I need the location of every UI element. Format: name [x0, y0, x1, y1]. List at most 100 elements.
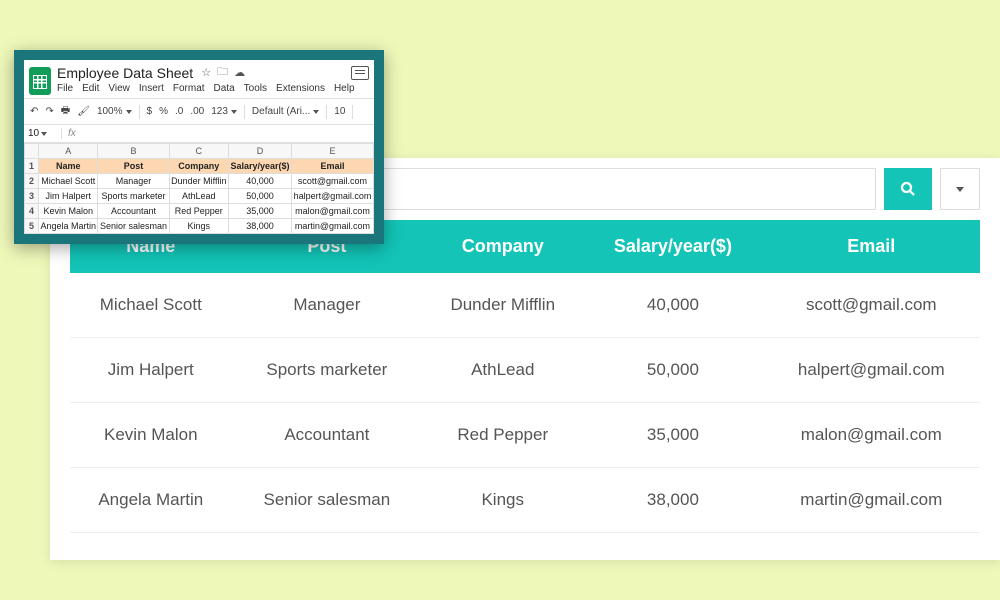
col-salary: Salary/year($) [583, 220, 762, 273]
chevron-down-icon [313, 110, 319, 114]
spreadsheet-overlay: Employee Data Sheet ☆ 🗀 ☁ File Edit View… [14, 50, 384, 244]
col-header[interactable]: B [98, 144, 169, 159]
grid-cell[interactable]: Name [39, 159, 98, 174]
cell: AthLead [422, 338, 583, 403]
cloud-icon[interactable]: ☁ [234, 66, 245, 79]
col-header[interactable]: C [169, 144, 228, 159]
name-box[interactable]: 10 [24, 128, 62, 139]
cell: 50,000 [583, 338, 762, 403]
grid[interactable]: A B C D E 1 Name Post Company Salary/yea… [24, 143, 374, 234]
col-header[interactable]: D [228, 144, 291, 159]
print-icon[interactable]: 🖶 [61, 103, 70, 120]
table-row: Angela Martin Senior salesman Kings 38,0… [70, 468, 980, 533]
decrease-decimal-button[interactable]: .0 [175, 106, 183, 117]
cell: Senior salesman [232, 468, 423, 533]
menu-tools[interactable]: Tools [244, 83, 267, 94]
dropdown-button[interactable] [940, 168, 980, 210]
grid-cell[interactable]: Accountant [98, 204, 169, 219]
chevron-down-icon [956, 187, 964, 192]
table-row: Jim Halpert Sports marketer AthLead 50,0… [70, 338, 980, 403]
menu-format[interactable]: Format [173, 83, 205, 94]
menu-edit[interactable]: Edit [82, 83, 99, 94]
row-header[interactable]: 4 [25, 204, 39, 219]
paint-format-icon[interactable]: 🖌 [77, 106, 90, 117]
row-header[interactable]: 1 [25, 159, 39, 174]
number-format-button[interactable]: 123 [211, 106, 237, 117]
star-icon[interactable]: ☆ [201, 66, 211, 79]
row-header[interactable]: 5 [25, 219, 39, 234]
grid-cell[interactable]: scott@gmail.com [291, 174, 373, 189]
row-header[interactable]: 3 [25, 189, 39, 204]
col-email: Email [763, 220, 980, 273]
grid-cell[interactable]: malon@gmail.com [291, 204, 373, 219]
move-icon[interactable]: 🗀 [217, 63, 228, 82]
cell: martin@gmail.com [763, 468, 980, 533]
grid-cell[interactable]: 38,000 [228, 219, 291, 234]
menu-file[interactable]: File [57, 83, 73, 94]
cell: 38,000 [583, 468, 762, 533]
menu-data[interactable]: Data [214, 83, 235, 94]
cell: scott@gmail.com [763, 273, 980, 338]
cell: 35,000 [583, 403, 762, 468]
grid-cell[interactable]: Angela Martin [39, 219, 98, 234]
percent-button[interactable]: % [159, 106, 168, 117]
grid-cell[interactable]: Sports marketer [98, 189, 169, 204]
table-row: Michael Scott Manager Dunder Mifflin 40,… [70, 273, 980, 338]
grid-cell[interactable]: AthLead [169, 189, 228, 204]
col-header[interactable]: E [291, 144, 373, 159]
search-icon [899, 180, 917, 198]
grid-cell[interactable]: Michael Scott [39, 174, 98, 189]
cell: Sports marketer [232, 338, 423, 403]
doc-title[interactable]: Employee Data Sheet [57, 65, 193, 81]
grid-cell[interactable]: halpert@gmail.com [291, 189, 373, 204]
search-button[interactable] [884, 168, 932, 210]
cell: Kevin Malon [70, 403, 232, 468]
grid-cell[interactable]: Salary/year($) [228, 159, 291, 174]
font-size-select[interactable]: 10 [334, 106, 345, 117]
grid-cell[interactable]: Kings [169, 219, 228, 234]
currency-button[interactable]: $ [147, 106, 153, 117]
grid-cell[interactable]: Post [98, 159, 169, 174]
row-header[interactable]: 2 [25, 174, 39, 189]
grid-cell[interactable]: Company [169, 159, 228, 174]
redo-icon[interactable]: ↷ [45, 106, 53, 117]
grid-cell[interactable]: Senior salesman [98, 219, 169, 234]
fx-label: fx [62, 128, 76, 139]
grid-cell[interactable]: Email [291, 159, 373, 174]
cell: Jim Halpert [70, 338, 232, 403]
toolbar: ↶ ↷ 🖶 🖌 100% $ % .0 .00 123 Default (Ari… [24, 98, 374, 125]
increase-decimal-button[interactable]: .00 [190, 106, 204, 117]
grid-corner[interactable] [25, 144, 39, 159]
sheets-logo-icon [29, 67, 51, 95]
grid-cell[interactable]: 50,000 [228, 189, 291, 204]
grid-cell[interactable]: martin@gmail.com [291, 219, 373, 234]
col-company: Company [422, 220, 583, 273]
cell: Michael Scott [70, 273, 232, 338]
chevron-down-icon [231, 110, 237, 114]
cell: Red Pepper [422, 403, 583, 468]
grid-cell[interactable]: 35,000 [228, 204, 291, 219]
zoom-select[interactable]: 100% [97, 106, 132, 117]
menu-view[interactable]: View [108, 83, 130, 94]
grid-cell[interactable]: Manager [98, 174, 169, 189]
menu-bar: File Edit View Insert Format Data Tools … [57, 82, 369, 98]
menu-help[interactable]: Help [334, 83, 355, 94]
grid-cell[interactable]: Jim Halpert [39, 189, 98, 204]
cell: 40,000 [583, 273, 762, 338]
cell: Accountant [232, 403, 423, 468]
font-select[interactable]: Default (Ari... [252, 106, 319, 117]
chevron-down-icon [126, 110, 132, 114]
chat-icon[interactable] [351, 66, 369, 80]
col-header[interactable]: A [39, 144, 98, 159]
cell: Manager [232, 273, 423, 338]
grid-cell[interactable]: Dunder Mifflin [169, 174, 228, 189]
spreadsheet: Employee Data Sheet ☆ 🗀 ☁ File Edit View… [24, 60, 374, 234]
grid-row: 2 Michael Scott Manager Dunder Mifflin 4… [25, 174, 374, 189]
grid-cell[interactable]: 40,000 [228, 174, 291, 189]
undo-icon[interactable]: ↶ [30, 106, 38, 117]
menu-insert[interactable]: Insert [139, 83, 164, 94]
cell: Angela Martin [70, 468, 232, 533]
grid-cell[interactable]: Kevin Malon [39, 204, 98, 219]
grid-cell[interactable]: Red Pepper [169, 204, 228, 219]
menu-extensions[interactable]: Extensions [276, 83, 325, 94]
